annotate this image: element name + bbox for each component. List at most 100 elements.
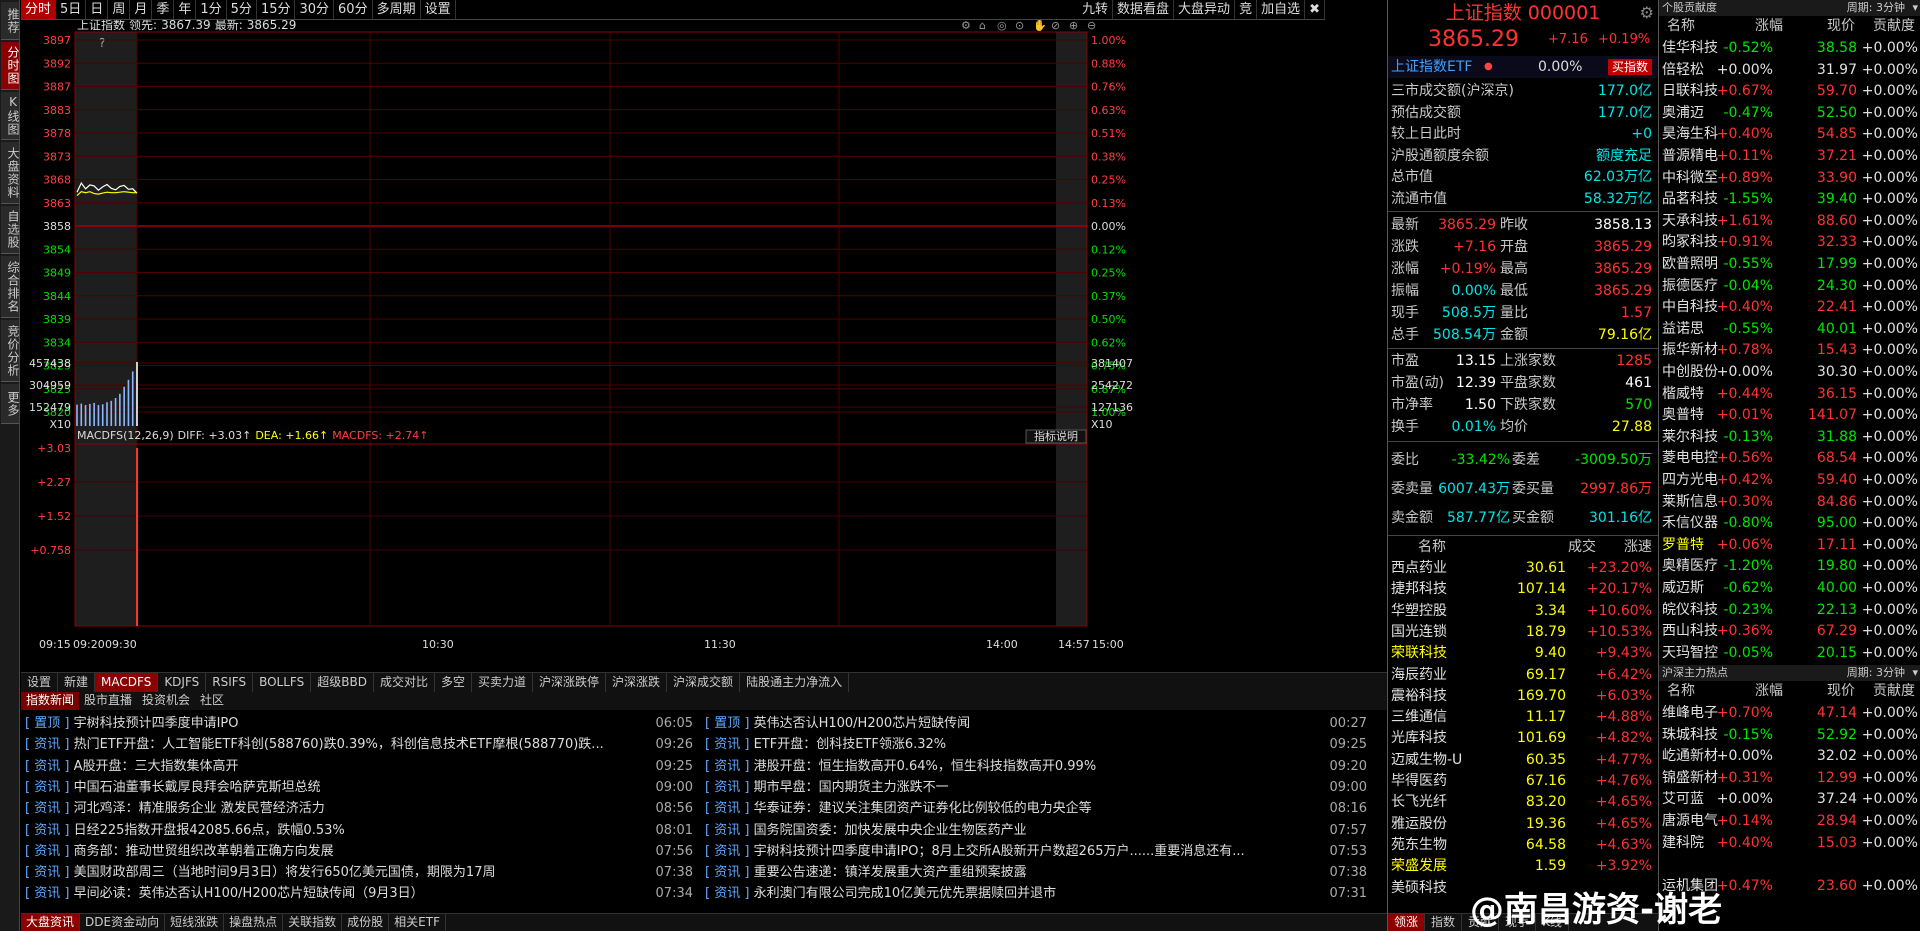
toolbar-right-3[interactable]: 竞	[1235, 0, 1258, 19]
gainers-row[interactable]: 西点药业 30.61 +23.20%	[1388, 558, 1658, 579]
buy-index-button[interactable]: 买指数	[1607, 59, 1652, 75]
contrib-row[interactable]: 罗普特 +0.06% 17.11 +0.00%	[1659, 535, 1920, 557]
contrib-row[interactable]: 奥浦迈 -0.47% 52.50 +0.00%	[1659, 103, 1920, 125]
news-item[interactable]: [ 资讯 ] 期市早盘：国内期货主力涨跌不一 09:00	[705, 778, 1375, 798]
period-tab-13[interactable]: 设置	[421, 0, 456, 19]
bottom-tab-1[interactable]: DDE资金动向	[80, 914, 166, 931]
contrib-row[interactable]: 中创股份 +0.00% 30.30 +0.00%	[1659, 362, 1920, 384]
leftbar-item-1[interactable]: 分时图	[1, 42, 20, 90]
contrib-row[interactable]: 日联科技 +0.67% 59.70 +0.00%	[1659, 81, 1920, 103]
leftbar-item-0[interactable]: 推荐	[1, 2, 20, 40]
indicator-tab-11[interactable]: 沪深涨跌	[606, 673, 668, 692]
toolbar-right-5[interactable]: ✖	[1305, 0, 1325, 19]
period-tab-6[interactable]: 年	[174, 0, 197, 19]
gainers-row[interactable]: 三维通信 11.17 +4.88%	[1388, 707, 1658, 728]
indicator-tab-0[interactable]: 设置	[21, 673, 59, 692]
contrib-row[interactable]: 振华新材 +0.78% 15.43 +0.00%	[1659, 340, 1920, 362]
contrib-row[interactable]: 屹通新材 +0.00% 32.02 +0.00%	[1659, 746, 1920, 768]
indicator-tab-8[interactable]: 多空	[435, 673, 472, 692]
leftbar-item-5[interactable]: 综合排名	[1, 256, 20, 318]
contrib-row[interactable]: 楷威特 +0.44% 36.15 +0.00%	[1659, 384, 1920, 406]
leftbar-item-4[interactable]: 自选股	[1, 206, 20, 254]
contrib-row[interactable]: 艾可蓝 +0.00% 37.24 +0.00%	[1659, 789, 1920, 811]
news-item[interactable]: [ 资讯 ] 重要公告速递：镇洋发展重大资产重组预案披露 07:38	[705, 863, 1375, 883]
news-tab-3[interactable]: 社区	[195, 692, 229, 710]
contrib-row[interactable]: 益诺思 -0.55% 40.01 +0.00%	[1659, 319, 1920, 341]
period-tab-9[interactable]: 15分	[257, 0, 296, 19]
contrib-row[interactable]: 莱斯信息 +0.30% 84.86 +0.00%	[1659, 492, 1920, 514]
news-item[interactable]: [ 资讯 ] 早间必读：英伟达否认H100/H200芯片短缺传闻（9月3日） 07…	[25, 884, 701, 904]
bottom-tab-0[interactable]: 大盘资讯	[21, 914, 81, 931]
indicator-tab-9[interactable]: 买卖力道	[472, 673, 534, 692]
indicator-tab-13[interactable]: 陆股通主力净流入	[740, 673, 850, 692]
period-tab-0[interactable]: 分时	[21, 0, 57, 19]
toolbar-right-4[interactable]: 加自选	[1257, 0, 1306, 19]
contrib-row[interactable]: 奥普特 +0.01% 141.07 +0.00%	[1659, 405, 1920, 427]
indicator-tab-12[interactable]: 沪深成交额	[667, 673, 741, 692]
period-select[interactable]: 周期: 3分钟	[1847, 665, 1905, 681]
contrib-row[interactable]: 建科院 +0.40% 15.03 +0.00%	[1659, 833, 1920, 855]
gainers-row[interactable]: 雅运股份 19.36 +4.65%	[1388, 814, 1658, 835]
contrib-row[interactable]: 维峰电子 +0.70% 47.14 +0.00%	[1659, 703, 1920, 725]
contrib-row[interactable]: 振德医疗 -0.04% 24.30 +0.00%	[1659, 276, 1920, 298]
news-item[interactable]: [ 资讯 ] 中国石油董事长戴厚良拜会哈萨克斯坦总统 09:00	[25, 778, 701, 798]
period-tab-1[interactable]: 5日	[56, 0, 87, 19]
bottom-tab-2[interactable]: 短线涨跌	[165, 914, 225, 931]
leftbar-item-7[interactable]: 更多	[1, 384, 20, 424]
gainers-row[interactable]: 苑东生物 64.58 +4.63%	[1388, 835, 1658, 856]
contrib-row[interactable]: 欧普照明 -0.55% 17.99 +0.00%	[1659, 254, 1920, 276]
indicator-tab-6[interactable]: 超级BBD	[311, 673, 374, 692]
contrib-row[interactable]	[1659, 854, 1920, 876]
period-tab-10[interactable]: 30分	[295, 0, 335, 19]
news-item[interactable]: [ 资讯 ] 港股开盘：恒生指数高开0.64%，恒生科技指数高开0.99% 09:…	[705, 757, 1375, 777]
bottom-tab-4[interactable]: 关联指数	[283, 914, 343, 931]
news-tab-2[interactable]: 投资机会	[137, 692, 195, 710]
news-item[interactable]: [ 资讯 ] ETF开盘：创科技ETF领涨6.32% 09:25	[705, 735, 1375, 755]
indicator-tab-7[interactable]: 成交对比	[374, 673, 435, 692]
toolbar-right-1[interactable]: 数据看盘	[1113, 0, 1175, 19]
gainers-row[interactable]: 荣盛发展 1.59 +3.92%	[1388, 856, 1658, 877]
gainers-row[interactable]: 震裕科技 169.70 +6.03%	[1388, 686, 1658, 707]
period-tab-3[interactable]: 周	[108, 0, 131, 19]
news-item[interactable]: [ 资讯 ] 商务部：推动世贸组织改革朝着正确方向发展 07:56	[25, 842, 701, 862]
info-tab-1[interactable]: 指数	[1425, 914, 1463, 931]
period-tab-5[interactable]: 季	[152, 0, 175, 19]
gainers-row[interactable]: 捷邦科技 107.14 +20.17%	[1388, 579, 1658, 600]
news-item[interactable]: [ 资讯 ] A股开盘：三大指数集体高开 09:25	[25, 757, 701, 777]
contrib-row[interactable]: 西山科技 +0.36% 67.29 +0.00%	[1659, 621, 1920, 643]
contrib-row[interactable]: 锦盛新材 +0.31% 12.99 +0.00%	[1659, 768, 1920, 790]
period-tab-8[interactable]: 5分	[227, 0, 257, 19]
news-item[interactable]: [ 置顶 ] 宇树科技预计四季度申请IPO 06:05	[25, 714, 701, 734]
indicator-tab-10[interactable]: 沪深涨跌停	[533, 673, 607, 692]
indicator-tab-1[interactable]: 新建	[58, 673, 96, 692]
gainers-row[interactable]: 长飞光纤 83.20 +4.65%	[1388, 792, 1658, 813]
period-tab-12[interactable]: 多周期	[373, 0, 421, 19]
contrib-row[interactable]: 威迈斯 -0.62% 40.00 +0.00%	[1659, 578, 1920, 600]
contrib-row[interactable]: 昊海生科 +0.40% 54.85 +0.00%	[1659, 124, 1920, 146]
indicator-tab-5[interactable]: BOLLFS	[253, 673, 312, 692]
news-item[interactable]: [ 资讯 ] 宇树科技预计四季度申请IPO；8月上交所A股新开户数超265万户.…	[705, 842, 1375, 862]
period-tab-4[interactable]: 月	[130, 0, 153, 19]
chevron-down-icon[interactable]: ▾	[1912, 665, 1918, 681]
bottom-tab-3[interactable]: 操盘热点	[224, 914, 284, 931]
period-tab-11[interactable]: 60分	[334, 0, 373, 19]
contrib-row[interactable]: 四方光电 +0.42% 59.40 +0.00%	[1659, 470, 1920, 492]
period-tab-2[interactable]: 日	[86, 0, 109, 19]
toolbar-right-0[interactable]: 九转	[1078, 0, 1114, 19]
toolbar-right-2[interactable]: 大盘异动	[1174, 0, 1236, 19]
indicator-tab-2[interactable]: MACDFS	[95, 673, 159, 692]
news-item[interactable]: [ 资讯 ] 美国财政部周三（当地时间9月3日）将发行650亿美元国债，期限为1…	[25, 863, 701, 883]
gainers-row[interactable]: 迈威生物-U 60.35 +4.77%	[1388, 750, 1658, 771]
news-item[interactable]: [ 资讯 ] 国务院国资委：加快发展中央企业生物医药产业 07:57	[705, 821, 1375, 841]
gainers-row[interactable]: 华塑控股 3.34 +10.60%	[1388, 601, 1658, 622]
contrib-row[interactable]: 唐源电气 +0.14% 28.94 +0.00%	[1659, 811, 1920, 833]
contrib-row[interactable]: 昀冢科技 +0.91% 32.33 +0.00%	[1659, 232, 1920, 254]
gainers-row[interactable]: 海辰药业 69.17 +6.42%	[1388, 665, 1658, 686]
gainers-row[interactable]: 国光连锁 18.79 +10.53%	[1388, 622, 1658, 643]
gainers-row[interactable]: 光库科技 101.69 +4.82%	[1388, 728, 1658, 749]
news-tab-1[interactable]: 股市直播	[79, 692, 137, 710]
news-item[interactable]: [ 资讯 ] 日经225指数开盘报42085.66点，跌幅0.53% 08:01	[25, 821, 701, 841]
bottom-tab-6[interactable]: 相关ETF	[389, 914, 446, 931]
contrib-row[interactable]: 中自科技 +0.40% 22.41 +0.00%	[1659, 297, 1920, 319]
contrib-row[interactable]: 品茗科技 -1.55% 39.40 +0.00%	[1659, 189, 1920, 211]
